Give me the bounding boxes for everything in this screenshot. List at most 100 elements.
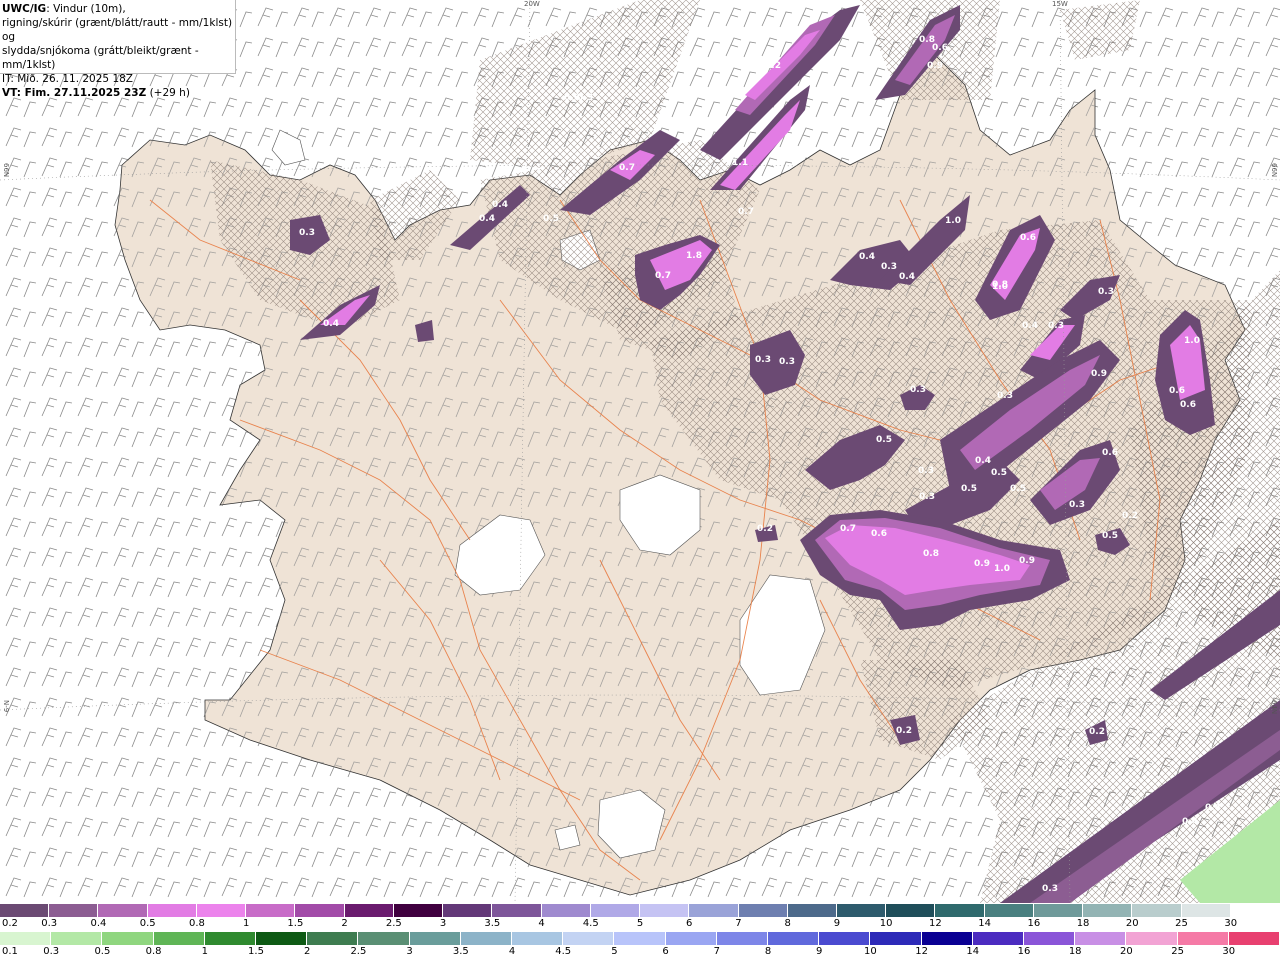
precip-value-label: 0.3 — [1069, 500, 1085, 510]
precip-value-label: 0.3 — [1042, 884, 1058, 894]
legend-swatch — [640, 904, 690, 917]
legend-label: 1 — [201, 946, 208, 957]
legend-swatch — [689, 904, 739, 917]
weather-map[interactable]: 1.20.80.60.90.30.61.10.40.40.30.71.80.70… — [0, 0, 1280, 903]
valid-time: VT: Fim. 27.11.2025 23Z — [2, 87, 147, 99]
precip-value-label: 0.5 — [1010, 484, 1026, 494]
legend-snow-colorbar — [0, 904, 1280, 917]
legend-swatch — [787, 904, 837, 917]
precip-value-label: 0.3 — [779, 357, 795, 367]
legend-label: 2 — [304, 946, 311, 957]
precip-value-label: 1.1 — [732, 158, 748, 168]
legend-swatch — [204, 932, 257, 945]
legend-label: 8 — [784, 918, 791, 929]
precip-value-label: 0.4 — [492, 200, 508, 210]
precip-value-label: 1.0 — [994, 564, 1010, 574]
legend-swatch — [738, 904, 788, 917]
precip-value-label: 0.9 — [927, 61, 943, 71]
grid-label-n9-left: N-9 — [2, 700, 10, 713]
precip-value-label: 0.2 — [1122, 511, 1138, 521]
precip-value-label: 1.2 — [765, 61, 781, 71]
legend-swatch — [1228, 932, 1280, 945]
legend-label: 2 — [341, 918, 348, 929]
precip-value-label: 0.3 — [910, 385, 926, 395]
legend-swatch — [836, 904, 887, 917]
legend-label: 18 — [1068, 946, 1082, 957]
legend-label: 16 — [1017, 946, 1031, 957]
legend-swatch — [256, 932, 308, 945]
precip-value-label: 0.4 — [899, 272, 915, 282]
legend-label: 25 — [1171, 946, 1184, 957]
legend-label: 20 — [1125, 918, 1139, 929]
precip-value-label: 0.6 — [932, 43, 948, 53]
legend-label: 20 — [1120, 946, 1133, 957]
grid-label-66n-left: 66N — [2, 163, 10, 178]
legend-rain-labels: 0.1 0.3 0.5 0.8 1 1.5 2 2.5 3 3.5 4 4.5 5 6 7 8 9 10 12 14 1… — [0, 946, 1280, 959]
legend-swatch — [460, 932, 513, 945]
legend-swatch — [984, 904, 1034, 917]
legend-swatch — [512, 932, 564, 945]
precip-value-label: 0.4 — [975, 456, 991, 466]
legend-swatch — [196, 904, 247, 917]
legend-swatch — [614, 932, 666, 945]
legend-label: 7 — [713, 946, 720, 957]
legend-swatch — [0, 932, 52, 945]
legend-swatch — [147, 904, 197, 917]
precip-value-label: 0.9 — [1091, 369, 1107, 379]
legend-label: 0.8 — [188, 918, 205, 929]
legend-swatch — [1075, 932, 1127, 945]
legend-swatch — [563, 932, 615, 945]
precip-value-label: 0.3 — [881, 262, 897, 272]
legend-swatch — [1024, 932, 1076, 945]
legend-label: 5 — [611, 946, 618, 957]
legend-label: 18 — [1076, 918, 1090, 929]
precip-value-label: 0.5 — [876, 435, 892, 445]
legend-swatch — [98, 904, 148, 917]
precip-value-label: 0.7 — [655, 271, 671, 281]
legend-label: 0.4 — [90, 918, 107, 929]
legend-label: 7 — [735, 918, 742, 929]
precip-value-label: 0.4 — [323, 319, 339, 329]
precip-value-label: 1.0 — [992, 282, 1008, 292]
precip-value-label: 1.0 — [945, 216, 961, 226]
precip-value-label: 1.8 — [686, 251, 702, 261]
legend-swatch — [590, 904, 641, 917]
legend-swatch — [102, 932, 154, 945]
legend-swatch — [1033, 904, 1084, 917]
legend-label: 4.5 — [582, 918, 599, 929]
legend-label: 30 — [1224, 918, 1238, 929]
legend-label: 12 — [915, 946, 928, 957]
legend-swatch — [1126, 932, 1178, 945]
legend-swatch — [935, 904, 985, 917]
model-name: UWC/IG — [2, 3, 47, 15]
legend-label: 0.3 — [43, 946, 60, 957]
legend-rain-colorbar — [0, 932, 1280, 945]
legend-swatch — [246, 904, 296, 917]
precip-value-label: 0.3 — [1098, 287, 1114, 297]
precip-value-label: 0.2 — [757, 524, 773, 534]
legend-label: 0.2 — [2, 918, 18, 929]
precip-value-label: 0.9 — [974, 559, 990, 569]
legend-label: 4.5 — [555, 946, 572, 957]
legend-swatch — [358, 932, 410, 945]
legend-label: 2.5 — [385, 918, 402, 929]
grid-label-64n-right: 64N — [1270, 700, 1278, 715]
legend-label: 0.5 — [139, 918, 156, 929]
legend-label: 14 — [978, 918, 991, 929]
grid-label-66n-right: 66N — [1270, 163, 1278, 178]
legend-label: 3 — [439, 918, 447, 929]
precip-value-label: 0.3 — [997, 391, 1013, 401]
legend-swatch — [921, 932, 973, 945]
forecast-offset: (+29 h) — [146, 87, 190, 99]
precip-value-label: 0.7 — [840, 524, 856, 534]
legend-swatch — [49, 904, 99, 917]
legend-snow-labels: 0.2 0.3 0.4 0.5 0.8 1 1.5 2 2.5 3 3.5 4 4.5 5 6 7 8 9 10 12… — [0, 918, 1280, 931]
precip-value-label: 0.4 — [859, 252, 875, 262]
precip-value-label: 0.7 — [619, 163, 635, 173]
legend-swatch — [886, 904, 936, 917]
legend-label: 1 — [242, 918, 250, 929]
precip-value-label: 0.6 — [1102, 448, 1118, 458]
legend-label: 4 — [508, 946, 516, 957]
legend-label: 3 — [406, 946, 413, 957]
precip-value-label: 0.3 — [755, 355, 771, 365]
